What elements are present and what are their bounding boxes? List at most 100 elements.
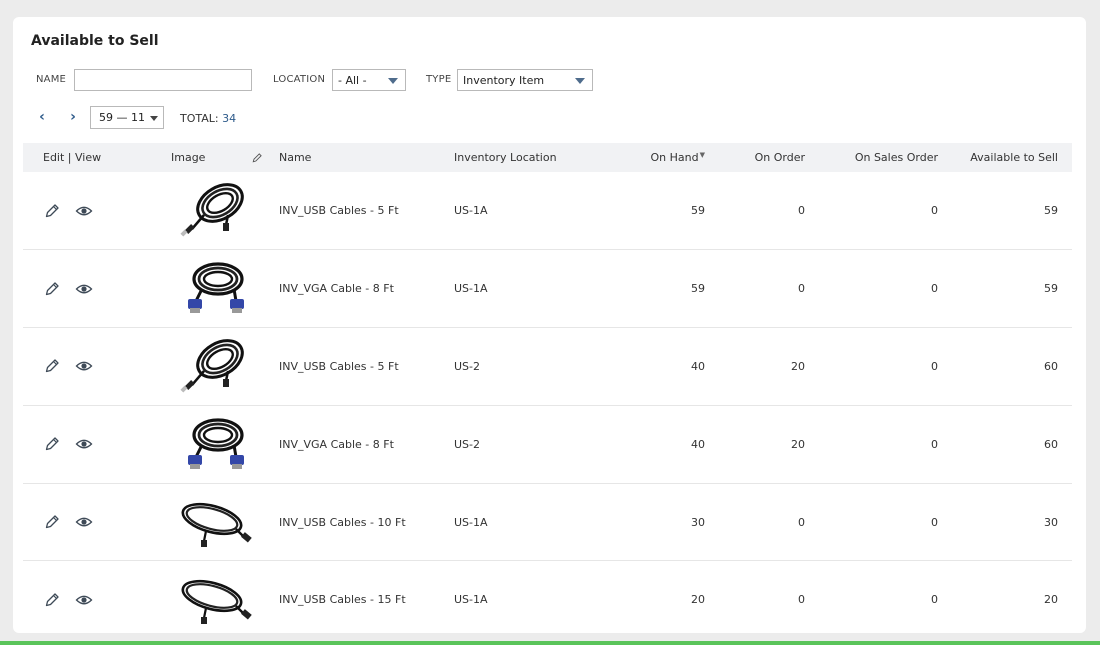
row-name: INV_USB Cables - 10 Ft — [279, 515, 406, 529]
type-filter-value: Inventory Item — [463, 74, 545, 87]
row-available: 60 — [1044, 437, 1058, 451]
row-on-hand: 59 — [691, 204, 705, 218]
header-on-order[interactable]: On Order — [715, 143, 811, 172]
row-image-cell — [148, 172, 273, 250]
table-header-row: Edit | View Image Name Inventory Locatio… — [23, 143, 1072, 172]
location-filter-select[interactable]: - All - — [332, 69, 406, 91]
row-on-sales-order: 0 — [931, 204, 938, 218]
row-on-hand: 59 — [691, 282, 705, 296]
row-name: INV_USB Cables - 15 Ft — [279, 593, 406, 607]
row-location: US-1A — [454, 515, 488, 529]
row-name: INV_VGA Cable - 8 Ft — [279, 437, 394, 451]
pencil-icon[interactable] — [43, 513, 61, 531]
row-on-order: 0 — [798, 204, 805, 218]
usb-cable-loop-image — [181, 580, 252, 625]
row-actions — [23, 172, 148, 250]
type-filter-label: TYPE — [426, 74, 452, 85]
header-on-hand-label: On Hand — [650, 151, 699, 164]
row-location: US-1A — [454, 593, 488, 607]
vga-cable-coil-image — [188, 418, 244, 469]
pencil-icon[interactable] — [43, 435, 61, 453]
eye-icon[interactable] — [75, 591, 93, 609]
page-range-value: 59 — 11 — [99, 111, 145, 124]
pencil-icon[interactable] — [251, 152, 263, 164]
available-to-sell-card: Available to Sell NAME LOCATION - All - … — [13, 17, 1086, 633]
total-value: 34 — [222, 112, 237, 125]
header-available[interactable]: Available to Sell — [944, 143, 1072, 172]
page-range-select[interactable]: 59 — 11 — [90, 106, 164, 129]
row-location: US-1A — [454, 282, 488, 296]
row-available: 30 — [1044, 515, 1058, 529]
pagination: ‹ › 59 — 11 TOTAL: 34 — [31, 106, 431, 130]
status-bar — [0, 641, 1100, 645]
header-location[interactable]: Inventory Location — [448, 143, 598, 172]
row-actions — [23, 250, 148, 328]
location-filter-label: LOCATION — [273, 74, 326, 85]
eye-icon[interactable] — [75, 435, 93, 453]
pencil-icon[interactable] — [43, 202, 61, 220]
pencil-icon[interactable] — [43, 591, 61, 609]
row-image-cell — [148, 561, 273, 633]
header-image-label: Image — [171, 151, 206, 164]
usb-cable-loop-image — [181, 502, 252, 547]
table-row: INV_USB Cables - 5 Ft US-2 40 20 0 60 — [23, 328, 1072, 406]
location-filter-value: - All - — [338, 74, 367, 87]
chevron-left-icon[interactable]: ‹ — [35, 109, 49, 125]
header-on-hand[interactable]: On Hand▼ — [598, 143, 715, 172]
table-row: INV_USB Cables - 10 Ft US-1A 30 0 0 30 — [23, 483, 1072, 561]
row-actions — [23, 405, 148, 483]
row-on-sales-order: 0 — [931, 282, 938, 296]
row-on-order: 0 — [798, 282, 805, 296]
row-actions — [23, 328, 148, 406]
row-on-sales-order: 0 — [931, 359, 938, 373]
header-edit-view: Edit | View — [43, 151, 102, 164]
usb-cable-coil-image — [180, 339, 244, 393]
header-image: Image — [148, 143, 273, 172]
row-on-sales-order: 0 — [931, 515, 938, 529]
row-available: 59 — [1044, 204, 1058, 218]
row-available: 60 — [1044, 359, 1058, 373]
pencil-icon[interactable] — [43, 280, 61, 298]
table-row: INV_VGA Cable - 8 Ft US-2 40 20 0 60 — [23, 405, 1072, 484]
table-row: INV_USB Cables - 5 Ft US-1A 59 0 0 59 — [23, 172, 1072, 250]
row-name: INV_VGA Cable - 8 Ft — [279, 282, 394, 296]
row-actions — [23, 483, 148, 561]
chevron-down-icon — [575, 78, 585, 84]
row-on-order: 20 — [791, 437, 805, 451]
row-image-cell — [148, 250, 273, 328]
row-image-cell — [148, 405, 273, 483]
row-on-hand: 30 — [691, 515, 705, 529]
name-filter-input[interactable] — [74, 69, 252, 91]
page-title: Available to Sell — [31, 33, 159, 49]
row-on-order: 0 — [798, 593, 805, 607]
row-location: US-2 — [454, 359, 481, 373]
eye-icon[interactable] — [75, 357, 93, 375]
table-row: INV_USB Cables - 15 Ft US-1A 20 0 0 20 — [23, 561, 1072, 633]
eye-icon[interactable] — [75, 513, 93, 531]
eye-icon[interactable] — [75, 280, 93, 298]
header-name[interactable]: Name — [273, 143, 448, 172]
inventory-table: Edit | View Image Name Inventory Locatio… — [23, 143, 1072, 633]
row-available: 20 — [1044, 593, 1058, 607]
header-on-sales-order[interactable]: On Sales Order — [811, 143, 944, 172]
name-filter-label: NAME — [36, 74, 67, 85]
row-on-order: 0 — [798, 515, 805, 529]
row-on-hand: 40 — [691, 359, 705, 373]
row-location: US-1A — [454, 204, 488, 218]
eye-icon[interactable] — [75, 202, 93, 220]
chevron-right-icon[interactable]: › — [66, 109, 80, 125]
filter-bar: NAME LOCATION - All - TYPE Inventory Ite… — [36, 69, 1076, 93]
sort-desc-icon: ▼ — [699, 151, 705, 159]
row-on-hand: 20 — [691, 593, 705, 607]
row-on-sales-order: 0 — [931, 593, 938, 607]
row-on-hand: 40 — [691, 437, 705, 451]
row-image-cell — [148, 483, 273, 561]
vga-cable-coil-image — [188, 262, 244, 314]
type-filter-select[interactable]: Inventory Item — [457, 69, 593, 91]
row-name: INV_USB Cables - 5 Ft — [279, 359, 399, 373]
chevron-down-icon — [150, 116, 158, 121]
row-location: US-2 — [454, 437, 481, 451]
row-actions — [23, 561, 148, 633]
row-name: INV_USB Cables - 5 Ft — [279, 204, 399, 218]
pencil-icon[interactable] — [43, 357, 61, 375]
